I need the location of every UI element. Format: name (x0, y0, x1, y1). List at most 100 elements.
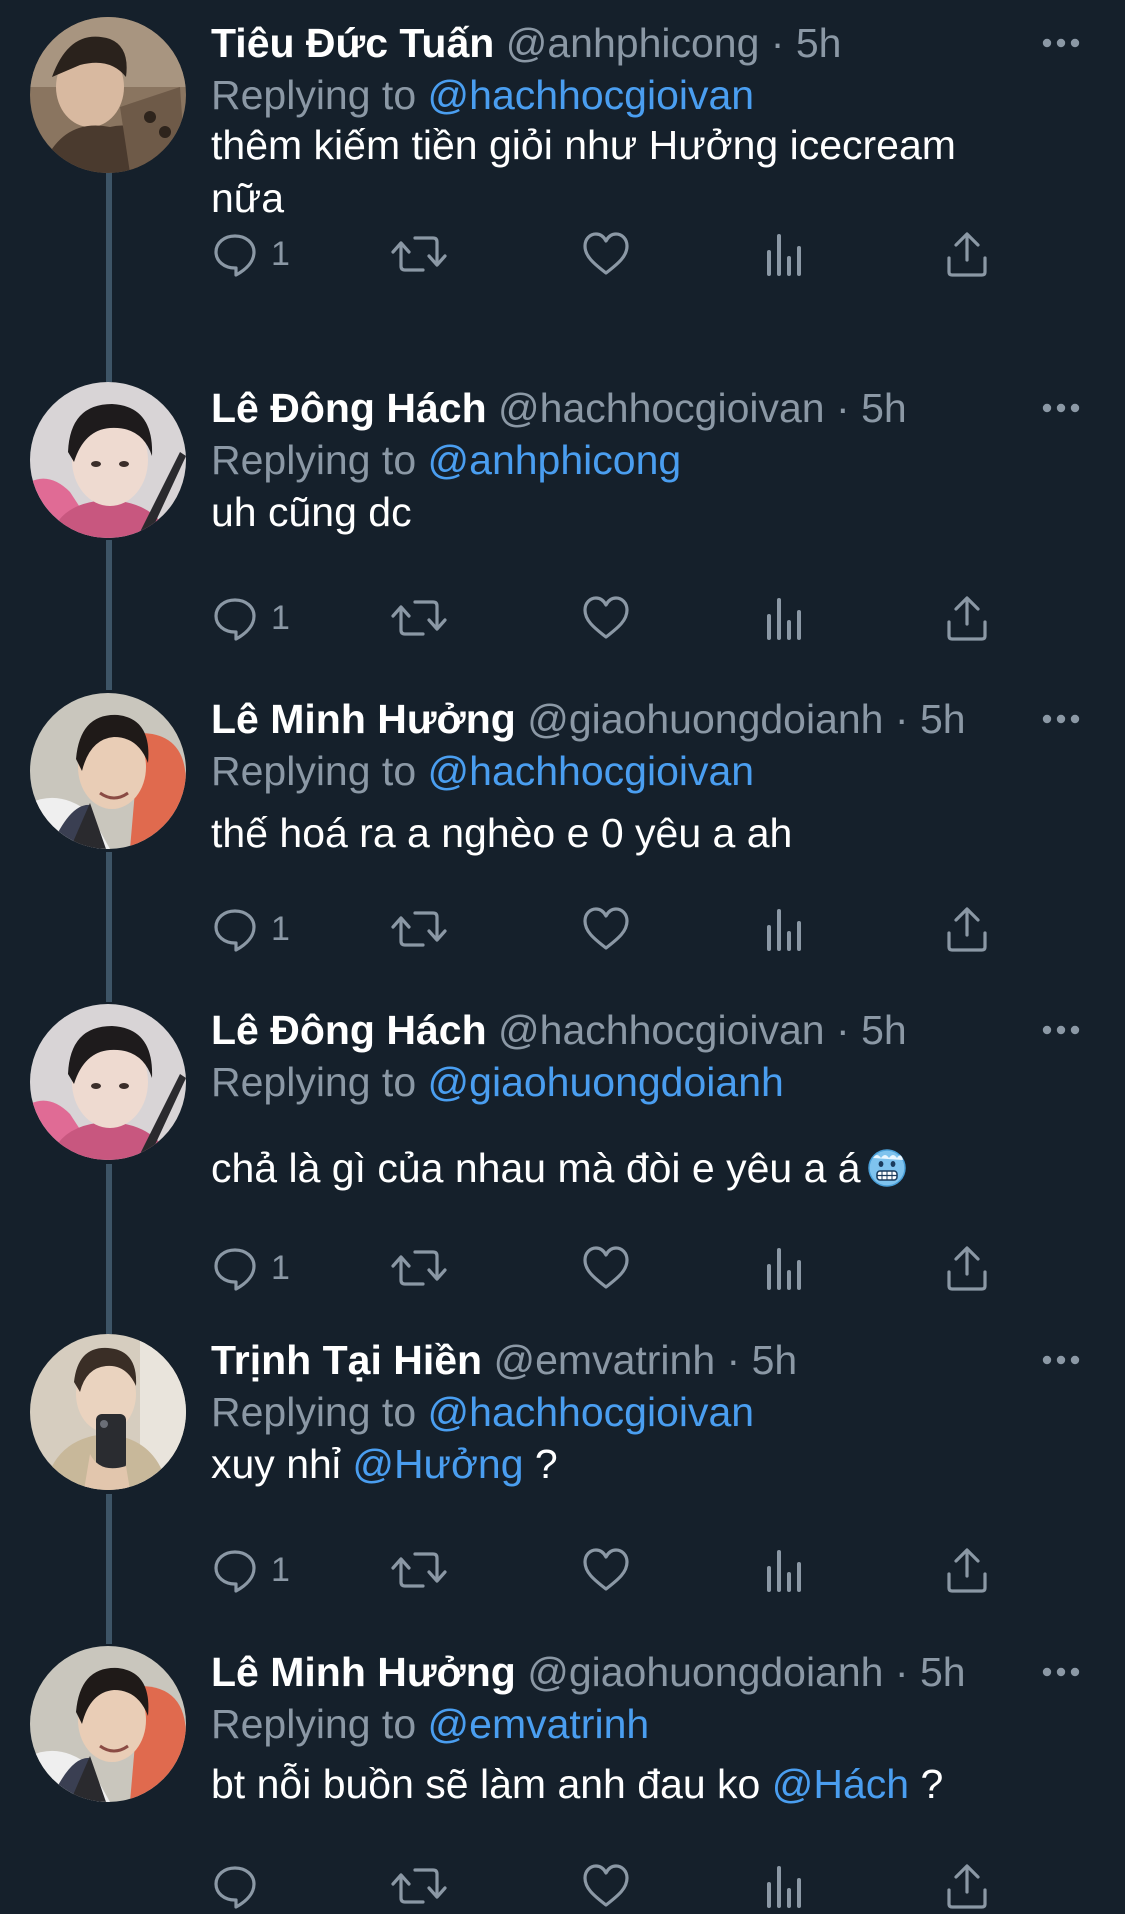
reply-button[interactable] (211, 1858, 259, 1914)
retweet-button[interactable] (391, 1542, 447, 1598)
tweet[interactable]: Lê Minh Hưởng @giaohuongdoianh · 5h Repl… (0, 693, 1125, 961)
retweet-button[interactable] (391, 1240, 447, 1296)
like-button[interactable] (581, 590, 631, 646)
reply-button[interactable]: 1 (211, 226, 290, 282)
retweet-icon (391, 905, 447, 953)
analytics-icon (763, 1546, 803, 1594)
retweet-button[interactable] (391, 590, 447, 646)
analytics-button[interactable] (763, 1542, 803, 1598)
timestamp[interactable]: 5h (796, 20, 842, 66)
more-icon[interactable] (1039, 25, 1083, 61)
user-handle[interactable]: @giaohuongdoianh (527, 696, 883, 742)
share-button[interactable] (945, 1542, 989, 1598)
analytics-button[interactable] (763, 1240, 803, 1296)
tweet-actions (211, 1858, 1011, 1914)
share-button[interactable] (945, 1240, 989, 1296)
share-button[interactable] (945, 1858, 989, 1914)
user-handle[interactable]: @emvatrinh (494, 1337, 716, 1383)
tweet[interactable]: Trịnh Tại Hiền @emvatrinh · 5h Replying … (0, 1334, 1125, 1602)
like-button[interactable] (581, 1240, 631, 1296)
retweet-icon (391, 1862, 447, 1910)
tweet-actions: 1 (211, 590, 1011, 646)
tweet-header: Tiêu Đức Tuấn @anhphicong · 5h (211, 17, 841, 69)
user-handle[interactable]: @hachhocgioivan (498, 385, 825, 431)
retweet-button[interactable] (391, 226, 447, 282)
share-button[interactable] (945, 901, 989, 957)
analytics-button[interactable] (763, 590, 803, 646)
tweet[interactable]: Tiêu Đức Tuấn @anhphicong · 5h Replying … (0, 17, 1125, 347)
tweet-header: Trịnh Tại Hiền @emvatrinh · 5h (211, 1334, 797, 1386)
replying-to-link[interactable]: @hachhocgioivan (428, 72, 755, 118)
reply-button[interactable]: 1 (211, 1542, 290, 1598)
user-handle[interactable]: @giaohuongdoianh (527, 1649, 883, 1695)
like-button[interactable] (581, 901, 631, 957)
tweet-header: Lê Minh Hưởng @giaohuongdoianh · 5h (211, 693, 966, 745)
retweet-icon (391, 1546, 447, 1594)
like-button[interactable] (581, 1858, 631, 1914)
reply-button[interactable]: 1 (211, 1240, 290, 1296)
tweet-text: thế hoá ra a nghèo e 0 yêu a ah (211, 810, 793, 856)
analytics-button[interactable] (763, 226, 803, 282)
analytics-button[interactable] (763, 1858, 803, 1914)
tweet[interactable]: Lê Minh Hưởng @giaohuongdoianh · 5h Repl… (0, 1646, 1125, 1909)
display-name[interactable]: Tiêu Đức Tuấn (211, 20, 494, 66)
analytics-icon (763, 594, 803, 642)
reply-button[interactable]: 1 (211, 590, 290, 646)
reply-count: 1 (271, 234, 290, 273)
reply-count: 1 (271, 1248, 290, 1287)
avatar[interactable] (30, 382, 186, 538)
replying-to-link[interactable]: @hachhocgioivan (428, 748, 755, 794)
replying-to-link[interactable]: @anhphicong (428, 437, 682, 483)
avatar[interactable] (30, 1334, 186, 1490)
display-name[interactable]: Lê Đông Hách (211, 1007, 487, 1053)
mention-link[interactable]: @Hưởng (352, 1441, 523, 1487)
retweet-button[interactable] (391, 1858, 447, 1914)
tweet[interactable]: Lê Đông Hách @hachhocgioivan · 5h Replyi… (0, 382, 1125, 650)
avatar[interactable] (30, 17, 186, 173)
separator-dot: · (726, 1337, 741, 1383)
timestamp[interactable]: 5h (920, 1649, 966, 1695)
tweet-actions: 1 (211, 1542, 1011, 1598)
user-handle[interactable]: @anhphicong (506, 20, 760, 66)
analytics-icon (763, 905, 803, 953)
share-button[interactable] (945, 590, 989, 646)
more-icon[interactable] (1039, 1012, 1083, 1048)
more-icon[interactable] (1039, 1342, 1083, 1378)
retweet-button[interactable] (391, 901, 447, 957)
tweet[interactable]: Lê Đông Hách @hachhocgioivan · 5h Replyi… (0, 1004, 1125, 1304)
display-name[interactable]: Lê Minh Hưởng (211, 1649, 516, 1695)
like-button[interactable] (581, 226, 631, 282)
tweet-header: Lê Đông Hách @hachhocgioivan · 5h (211, 382, 907, 434)
analytics-button[interactable] (763, 901, 803, 957)
more-icon[interactable] (1039, 390, 1083, 426)
more-icon[interactable] (1039, 1654, 1083, 1690)
reply-count: 1 (271, 598, 290, 637)
mention-link[interactable]: @Hách (772, 1761, 909, 1807)
replying-to-link[interactable]: @hachhocgioivan (428, 1389, 755, 1435)
replying-to-link[interactable]: @emvatrinh (428, 1701, 650, 1747)
tweet-text-content: ? (920, 1761, 944, 1807)
replying-to: Replying to @hachhocgioivan (211, 69, 754, 121)
more-icon[interactable] (1039, 701, 1083, 737)
timestamp[interactable]: 5h (861, 385, 907, 431)
tweet-text: uh cũng dc (211, 489, 412, 535)
share-button[interactable] (945, 226, 989, 282)
display-name[interactable]: Lê Minh Hưởng (211, 696, 516, 742)
timestamp[interactable]: 5h (752, 1337, 798, 1383)
display-name[interactable]: Lê Đông Hách (211, 385, 487, 431)
display-name[interactable]: Trịnh Tại Hiền (211, 1337, 482, 1383)
reply-button[interactable]: 1 (211, 901, 290, 957)
replying-label: Replying to (211, 748, 417, 794)
timestamp[interactable]: 5h (920, 696, 966, 742)
separator-dot: · (836, 385, 850, 431)
retweet-icon (391, 594, 447, 642)
tweet-text-line: thêm kiếm tiền giỏi như Hưởng icecream (211, 122, 956, 168)
replying-to-link[interactable]: @giaohuongdoianh (428, 1059, 784, 1105)
avatar[interactable] (30, 693, 186, 849)
tweet-text-line: nữa (211, 175, 285, 221)
user-handle[interactable]: @hachhocgioivan (498, 1007, 825, 1053)
avatar[interactable] (30, 1646, 186, 1802)
like-button[interactable] (581, 1542, 631, 1598)
timestamp[interactable]: 5h (861, 1007, 907, 1053)
avatar[interactable] (30, 1004, 186, 1160)
